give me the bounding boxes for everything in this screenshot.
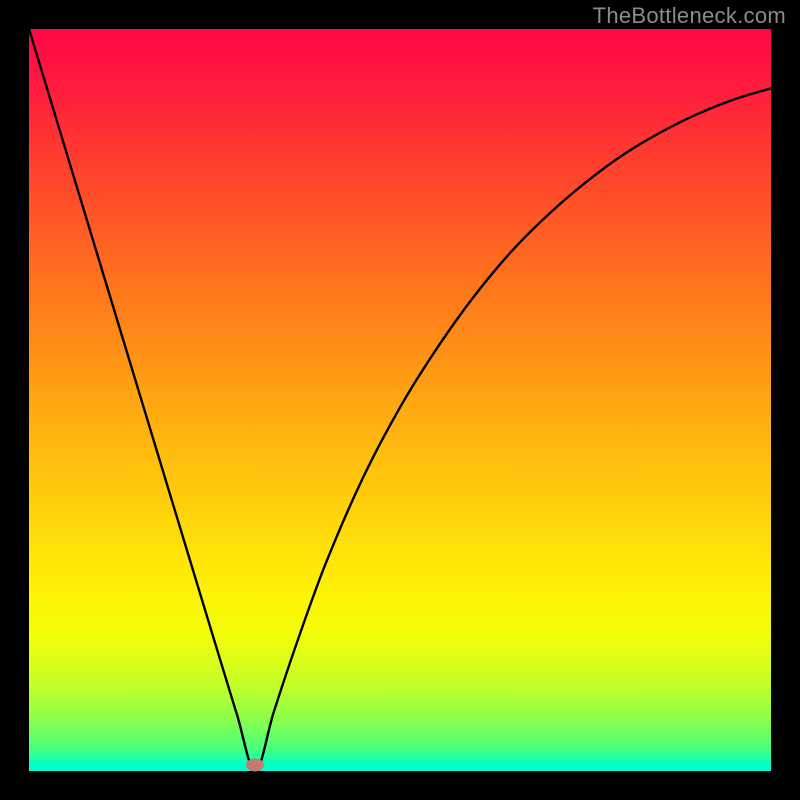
bottleneck-curve [29,29,771,771]
chart-frame: TheBottleneck.com [0,0,800,800]
plot-area [29,29,771,771]
optimum-marker [246,759,264,772]
watermark-text: TheBottleneck.com [593,3,786,29]
